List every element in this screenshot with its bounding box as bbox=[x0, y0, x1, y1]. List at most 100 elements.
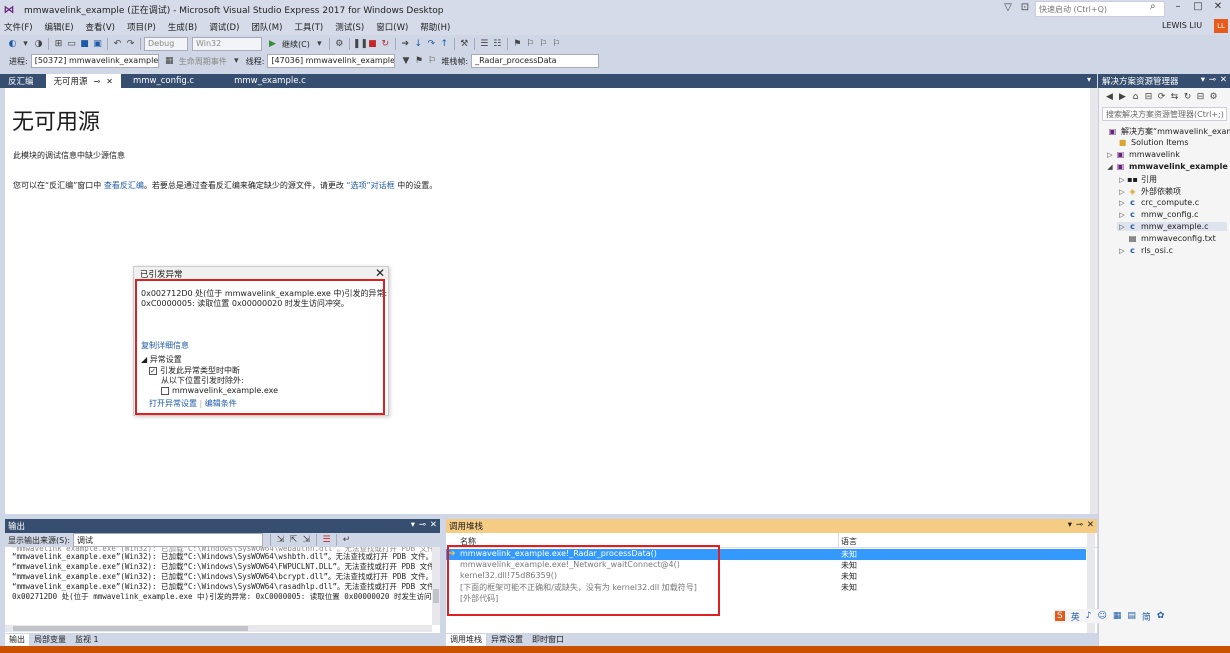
redo-icon[interactable]: ↷ bbox=[124, 39, 137, 49]
close-icon[interactable]: ✕ bbox=[375, 266, 385, 280]
lifecycle-events-icon[interactable]: ▦ bbox=[163, 56, 176, 66]
close-tab-icon[interactable]: ✕ bbox=[106, 77, 113, 86]
expand-arrow-icon[interactable]: ▷ bbox=[1117, 176, 1127, 184]
minimize-icon[interactable]: – bbox=[1170, 1, 1186, 12]
step-out-icon[interactable]: ↑ bbox=[438, 39, 451, 49]
tree-references[interactable]: ▷ ▪▪ 引用 bbox=[1117, 174, 1157, 185]
hex-display-icon[interactable]: ⚒ bbox=[458, 39, 471, 49]
flag-thread-icon[interactable]: ⚑ bbox=[412, 56, 425, 66]
output-scrollbar[interactable] bbox=[432, 547, 440, 625]
dropdown-icon[interactable]: ▾ bbox=[19, 39, 32, 49]
column-divider[interactable] bbox=[838, 533, 839, 548]
options-dialog-link[interactable]: “选项”对话框 bbox=[346, 181, 394, 190]
tab-output[interactable]: 输出 bbox=[5, 634, 29, 646]
menu-file[interactable]: 文件(F) bbox=[4, 21, 33, 33]
filter-icon[interactable]: ▽ bbox=[999, 2, 1017, 13]
close-icon[interactable]: ✕ bbox=[1210, 1, 1226, 12]
expand-arrow-icon[interactable]: ▷ bbox=[1117, 188, 1127, 196]
menu-test[interactable]: 测试(S) bbox=[335, 21, 364, 33]
dropdown-icon[interactable]: ▾ bbox=[230, 56, 243, 66]
tree-solution-items[interactable]: ■ Solution Items bbox=[1117, 138, 1189, 147]
expand-arrow-icon[interactable]: ▷ bbox=[1117, 211, 1127, 219]
expand-arrow-icon[interactable]: ▷ bbox=[1105, 151, 1115, 159]
menu-project[interactable]: 项目(P) bbox=[127, 21, 156, 33]
uncomment-icon[interactable]: ☷ bbox=[491, 39, 504, 49]
tree-file-mmwaveconfig[interactable]: ▤ mmwaveconfig.txt bbox=[1127, 234, 1216, 243]
tab-immediate[interactable]: 即时窗口 bbox=[528, 634, 568, 646]
tree-file-mmw-config[interactable]: ▷ c mmw_config.c bbox=[1117, 210, 1198, 219]
find-message-icon[interactable]: ⇲ bbox=[274, 535, 287, 545]
forward-icon[interactable]: ▶ bbox=[1116, 92, 1129, 102]
bookmark-icon[interactable]: ⚑ bbox=[511, 39, 524, 49]
menu-view[interactable]: 查看(V) bbox=[86, 21, 115, 33]
output-text[interactable]: “mmwavelink_example.exe”(Win32): 已加载“C:\… bbox=[5, 547, 440, 633]
tree-file-crc-compute[interactable]: ▷ c crc_compute.c bbox=[1117, 198, 1199, 207]
pin-icon[interactable]: ⊸ bbox=[1076, 520, 1083, 530]
collapse-arrow-icon[interactable]: ◢ bbox=[1105, 163, 1115, 171]
menu-tools[interactable]: 工具(T) bbox=[294, 21, 323, 33]
switch-view-icon[interactable]: ⊟ bbox=[1142, 92, 1155, 102]
tree-project-mmwavelink-example[interactable]: ◢ ▣ mmwavelink_example bbox=[1105, 162, 1228, 171]
step-over-icon[interactable]: ↷ bbox=[425, 39, 438, 49]
user-avatar[interactable]: LL bbox=[1214, 19, 1228, 33]
restart-icon[interactable]: ↻ bbox=[379, 39, 392, 49]
solution-search-input[interactable]: 搜索解决方案资源管理器(Ctrl+;) bbox=[1102, 107, 1227, 121]
back-navigation-icon[interactable]: ◐ bbox=[6, 39, 19, 49]
lifecycle-events-button[interactable]: 生命周期事件 bbox=[179, 56, 227, 67]
expand-arrow-icon[interactable]: ▷ bbox=[1117, 223, 1127, 231]
collapse-all-icon[interactable]: ⊟ bbox=[1194, 92, 1207, 102]
properties-icon[interactable]: ⚙ bbox=[1207, 92, 1220, 102]
menu-edit[interactable]: 编辑(E) bbox=[45, 21, 74, 33]
prev-message-icon[interactable]: ⇱ bbox=[287, 535, 300, 545]
continue-icon[interactable]: ▶ bbox=[266, 39, 279, 49]
ime-settings-icon[interactable]: ✿ bbox=[1157, 611, 1165, 621]
home-icon[interactable]: ⌂ bbox=[1129, 92, 1142, 102]
next-message-icon[interactable]: ⇲ bbox=[300, 535, 313, 545]
tree-solution[interactable]: ▣ 解决方案“mmwavelink_example” bbox=[1107, 126, 1230, 137]
dropdown-icon[interactable]: ▾ bbox=[411, 520, 415, 530]
tab-mmw-example[interactable]: mmw_example.c bbox=[226, 74, 314, 88]
platform-dropdown[interactable]: Win32 bbox=[192, 37, 262, 51]
ime-emoji-icon[interactable]: ☺ bbox=[1097, 611, 1106, 621]
clear-bookmarks-icon[interactable]: ⚐ bbox=[550, 39, 563, 49]
menu-help[interactable]: 帮助(H) bbox=[420, 21, 450, 33]
tab-exception-settings[interactable]: 异常设置 bbox=[487, 634, 527, 646]
ime-mode-button[interactable]: 英 bbox=[1071, 610, 1080, 623]
ime-punctuation-icon[interactable]: ♪ bbox=[1086, 611, 1092, 621]
tree-file-rls-osi[interactable]: ▷ c rls_osi.c bbox=[1117, 246, 1173, 255]
dropdown-icon[interactable]: ▾ bbox=[1068, 520, 1072, 530]
tree-project-mmwavelink[interactable]: ▷ ▣ mmwavelink bbox=[1105, 150, 1180, 159]
next-bookmark-icon[interactable]: ⚐ bbox=[537, 39, 550, 49]
expand-arrow-icon[interactable]: ▷ bbox=[1117, 247, 1127, 255]
comment-icon[interactable]: ☰ bbox=[478, 39, 491, 49]
forward-navigation-icon[interactable]: ◑ bbox=[32, 39, 45, 49]
scrollbar-thumb[interactable] bbox=[433, 589, 439, 603]
prev-bookmark-icon[interactable]: ⚐ bbox=[524, 39, 537, 49]
refresh-icon[interactable]: ↻ bbox=[1181, 92, 1194, 102]
show-next-statement-icon[interactable]: ➔ bbox=[399, 39, 412, 49]
show-flagged-icon[interactable]: ⚐ bbox=[425, 56, 438, 66]
stack-frame-dropdown[interactable]: _Radar_processData bbox=[471, 54, 600, 68]
editor-scrollbar[interactable] bbox=[1090, 88, 1098, 514]
process-dropdown[interactable]: [50372] mmwavelink_example.e bbox=[30, 54, 159, 68]
tab-watch[interactable]: 监视 1 bbox=[71, 634, 103, 646]
scrollbar-thumb[interactable] bbox=[13, 626, 248, 631]
ime-keyboard-icon[interactable]: ▦ bbox=[1113, 611, 1122, 621]
open-file-icon[interactable]: ▭ bbox=[65, 39, 78, 49]
tree-external-deps[interactable]: ▷ ◈ 外部依赖项 bbox=[1117, 186, 1181, 197]
break-all-icon[interactable]: ❚❚ bbox=[353, 39, 368, 49]
sync-icon[interactable]: ⇆ bbox=[1168, 92, 1181, 102]
ime-simplified-button[interactable]: 简 bbox=[1142, 610, 1151, 623]
notifications-icon[interactable]: ⊡ bbox=[1016, 2, 1034, 13]
column-language[interactable]: 语言 bbox=[841, 536, 857, 547]
save-all-icon[interactable]: ▣ bbox=[91, 39, 104, 49]
pin-icon[interactable]: ⊸ bbox=[94, 77, 101, 86]
pin-icon[interactable]: ⊸ bbox=[419, 520, 426, 530]
thread-dropdown[interactable]: [47036] mmwavelink_example.e bbox=[267, 54, 396, 68]
undo-icon[interactable]: ↶ bbox=[111, 39, 124, 49]
tab-disassembly[interactable]: 反汇编 bbox=[0, 74, 42, 88]
pending-changes-icon[interactable]: ⟳ bbox=[1155, 92, 1168, 102]
tab-overflow-icon[interactable]: ▾ bbox=[1087, 75, 1091, 84]
pin-icon[interactable]: ⊸ bbox=[1209, 75, 1216, 85]
close-icon[interactable]: ✕ bbox=[430, 520, 437, 530]
